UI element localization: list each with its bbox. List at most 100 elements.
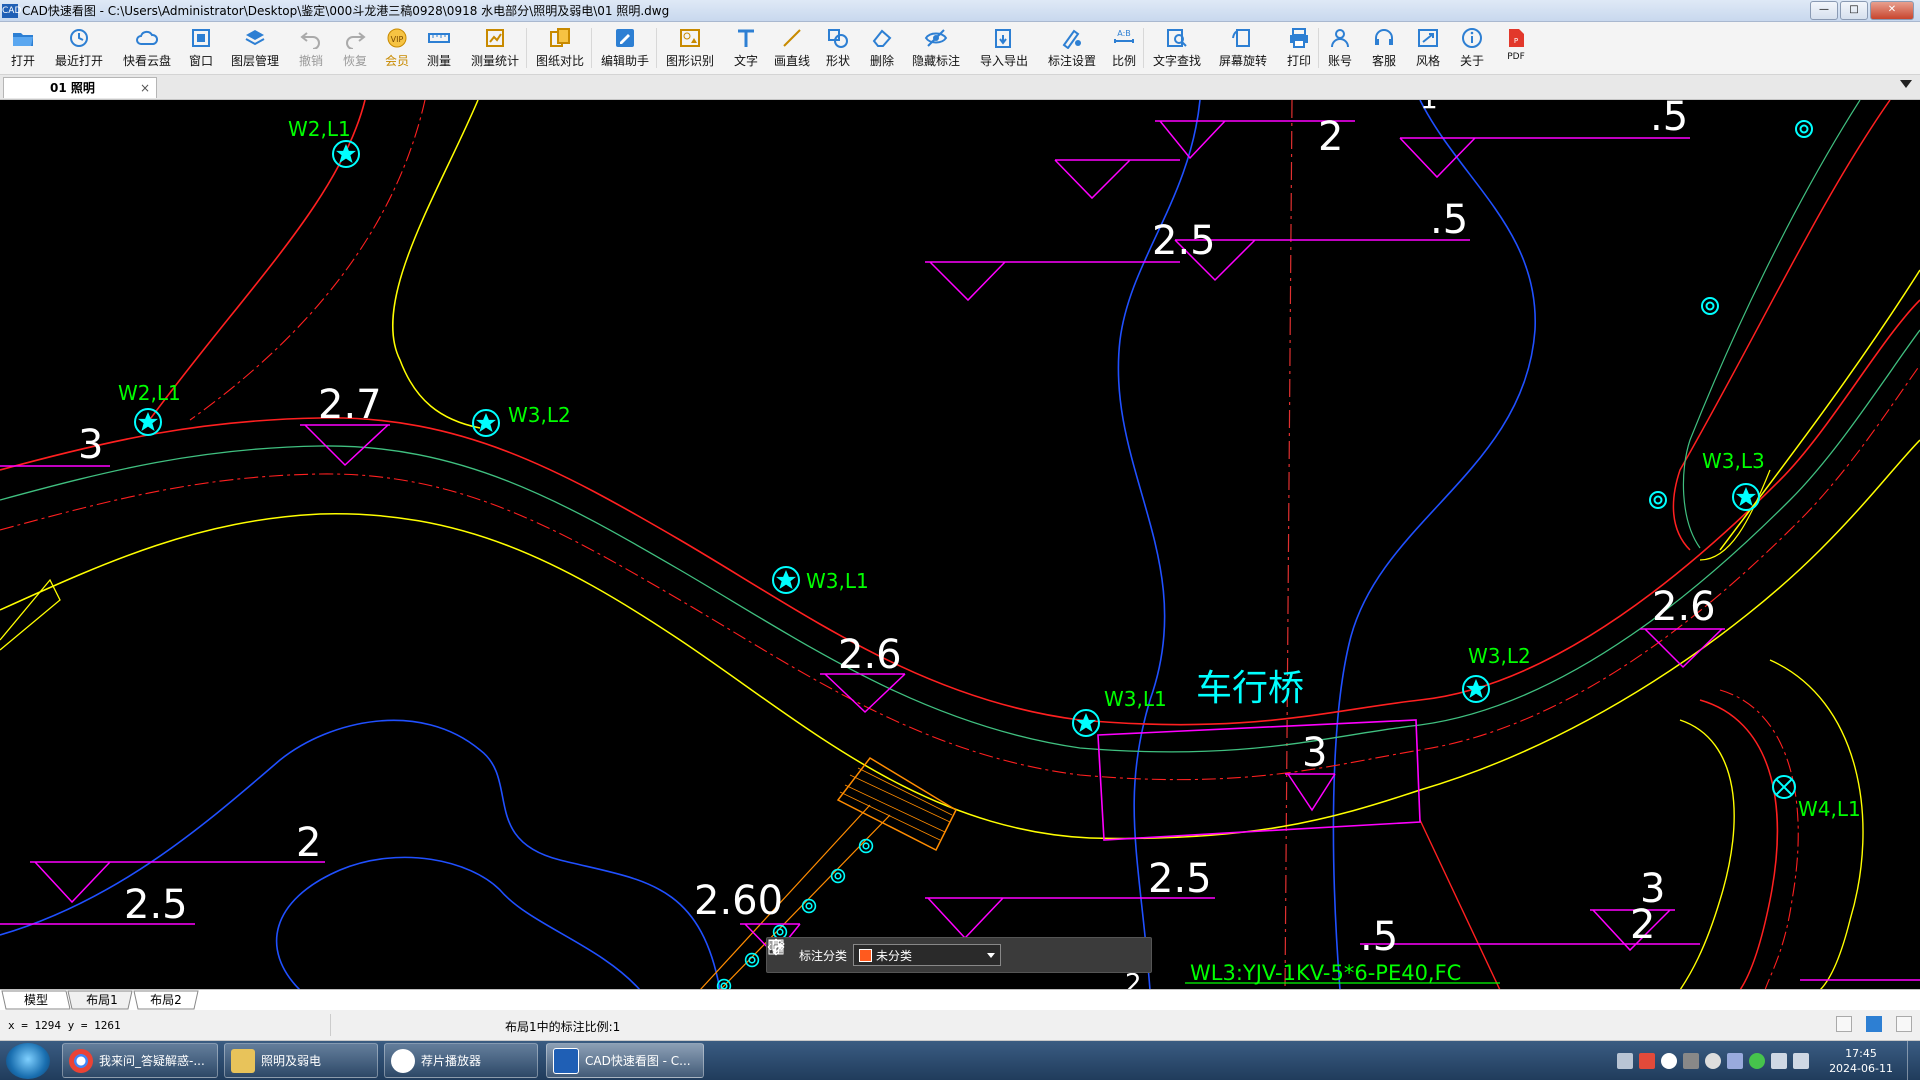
annotation-scale-text: 布局1中的标注比例:1	[505, 1020, 621, 1034]
wechat-icon[interactable]	[1749, 1052, 1766, 1069]
toolbar-separator	[1143, 28, 1144, 68]
toolbar-account-button[interactable]: 账号	[1325, 22, 1355, 72]
elevation-value: 2.5	[1152, 218, 1216, 264]
water-contours	[0, 100, 1536, 989]
layout-tab-layout2[interactable]: 布局2	[140, 991, 192, 1009]
annotation-float-toolbar: 标注分类 未分类	[766, 937, 1152, 973]
elevation-value: 3	[78, 422, 103, 468]
account-icon	[1331, 29, 1349, 48]
toolbar-shape-button[interactable]: 形状	[823, 22, 853, 72]
annotation-paste-button[interactable]	[768, 940, 1121, 970]
shape-icon	[828, 29, 848, 48]
toolbar-annotation-settings-button[interactable]: 标注设置	[1045, 22, 1099, 72]
taskbar-clock[interactable]: 17:45 2024-06-11	[1829, 1046, 1893, 1076]
task-cad[interactable]: CAD快速看图 - C...	[546, 1043, 704, 1078]
task-chrome[interactable]: 我来问_答疑解惑-...	[62, 1043, 218, 1078]
toolbar-about-button[interactable]: 关于	[1457, 22, 1487, 72]
annotation-copy-button[interactable]	[768, 939, 1093, 970]
toolbar-import-export-button[interactable]: 导入导出	[977, 22, 1031, 72]
cursor-coordinates: x = 1294 y = 1261	[8, 1019, 121, 1032]
start-button[interactable]	[6, 1043, 50, 1079]
document-tab[interactable]: 01 照明 ×	[3, 77, 157, 98]
toolbar-hide-annotation-button[interactable]: 隐藏标注	[909, 22, 963, 72]
import-export-icon	[995, 29, 1011, 48]
toolbar-cloud-button[interactable]: 快看云盘	[120, 22, 174, 72]
toolbar-text-button[interactable]: 文字	[731, 22, 761, 72]
toolbar-measure-stats-button[interactable]: 测量统计	[468, 22, 522, 72]
elevation-markers	[0, 120, 1920, 981]
cloud-icon	[136, 30, 159, 45]
toolbar-separator	[591, 28, 592, 68]
antivirus-icon[interactable]	[1639, 1052, 1656, 1069]
toolbar-measure-button[interactable]: 测量	[424, 22, 454, 72]
layout-tabs: 模型 布局1 布局2	[0, 989, 1920, 1011]
elevation-value: 2.6	[1652, 584, 1716, 630]
app-icon: CAD	[2, 3, 22, 18]
status-layout-icon[interactable]	[1836, 1016, 1852, 1032]
shield-icon[interactable]	[1727, 1052, 1744, 1069]
toolbar-redo-button[interactable]: 恢复	[340, 22, 370, 72]
toolbar-service-button[interactable]: 客服	[1369, 22, 1399, 72]
cad-drawing[interactable]: W2,L1 W2,L1 W3,L2 W3,L1 W3,L1 W3,L2 W3,L…	[0, 100, 1920, 989]
status-mode-icon[interactable]	[1866, 1016, 1882, 1032]
task-folder[interactable]: 照明及弱电	[224, 1043, 378, 1078]
open-folder-icon	[13, 33, 33, 46]
shape-recognize-icon	[680, 29, 700, 47]
annotation-edit-button[interactable]	[768, 940, 1037, 970]
eraser-icon	[872, 29, 892, 47]
toolbar-scale-button[interactable]: A:B 比例	[1109, 22, 1139, 72]
app-tray-icon[interactable]	[1661, 1052, 1678, 1069]
toolbar-delete-button[interactable]: 删除	[867, 22, 897, 72]
category-select[interactable]: 未分类	[853, 944, 1002, 966]
toolbar-separator	[1318, 28, 1319, 68]
toolbar-style-button[interactable]: 风格	[1413, 22, 1443, 72]
player-icon	[391, 1048, 415, 1073]
toolbar-edit-assistant-button[interactable]: 编辑助手	[598, 22, 652, 72]
toolbar-line-button[interactable]: 画直线	[771, 22, 813, 72]
main-road	[0, 299, 1920, 840]
status-separator	[330, 1014, 331, 1036]
toolbar-compare-button[interactable]: 图纸对比	[533, 22, 587, 72]
toolbar-rotate-screen-button[interactable]: 屏幕旋转	[1216, 22, 1270, 72]
layout-tab-model[interactable]: 模型	[10, 991, 62, 1009]
toolbar-window-button[interactable]: 窗口	[186, 22, 216, 72]
toolbar-undo-button[interactable]: 撤销	[296, 22, 326, 72]
network-icon[interactable]	[1771, 1052, 1788, 1069]
show-desktop-button[interactable]	[1907, 1041, 1920, 1080]
layers-icon	[245, 30, 265, 46]
toolbar-open-button[interactable]: 打开	[6, 22, 40, 72]
toolbar-text-search-button[interactable]: 文字查找	[1150, 22, 1204, 72]
tab-list-dropdown-icon[interactable]	[1900, 80, 1912, 88]
minimize-button[interactable]: —	[1810, 1, 1838, 20]
elevation-value: 3	[1302, 730, 1327, 776]
text-icon	[738, 29, 754, 47]
close-tab-icon[interactable]: ×	[140, 78, 150, 98]
upper-left-road	[147, 100, 481, 429]
main-toolbar: 打开 最近打开 快看云盘 窗口 图层管理 撤销 恢复 VIP 会员 测量 测量统…	[0, 22, 1920, 75]
drawing-canvas[interactable]: W2,L1 W2,L1 W3,L2 W3,L1 W3,L1 W3,L2 W3,L…	[0, 100, 1920, 989]
document-tab-strip: 01 照明 ×	[0, 75, 1920, 100]
hide-annotation-icon	[924, 29, 948, 47]
toolbar-layers-button[interactable]: 图层管理	[228, 22, 282, 72]
toolbar-vip-button[interactable]: VIP 会员	[382, 22, 412, 72]
layout-tab-layout1[interactable]: 布局1	[76, 991, 128, 1009]
annotation-move-button[interactable]	[767, 938, 1065, 970]
toolbar-recent-button[interactable]: 最近打开	[52, 22, 106, 72]
status-minimize-icon[interactable]	[1896, 1016, 1912, 1032]
network-tray-icon[interactable]	[1683, 1052, 1700, 1069]
toolbar-separator	[656, 28, 657, 68]
update-icon[interactable]	[1705, 1052, 1722, 1069]
elevation-value: .5	[1430, 197, 1468, 243]
volume-icon[interactable]	[1793, 1052, 1810, 1069]
circuit-label: W3,L2	[1468, 644, 1531, 668]
svg-text:A:B: A:B	[1117, 29, 1131, 38]
circuit-label: W3,L1	[806, 569, 869, 593]
close-button[interactable]: ✕	[1870, 1, 1914, 20]
maximize-button[interactable]: □	[1840, 1, 1868, 20]
keyboard-icon[interactable]	[1617, 1052, 1634, 1069]
toolbar-pdf-button[interactable]: P PDF	[1501, 22, 1531, 72]
task-player[interactable]: 荐片播放器	[384, 1043, 538, 1078]
toolbar-print-button[interactable]: 打印	[1284, 22, 1314, 72]
toolbar-shape-recognize-button[interactable]: 图形识别	[663, 22, 717, 72]
category-select-value: 未分类	[876, 948, 913, 963]
